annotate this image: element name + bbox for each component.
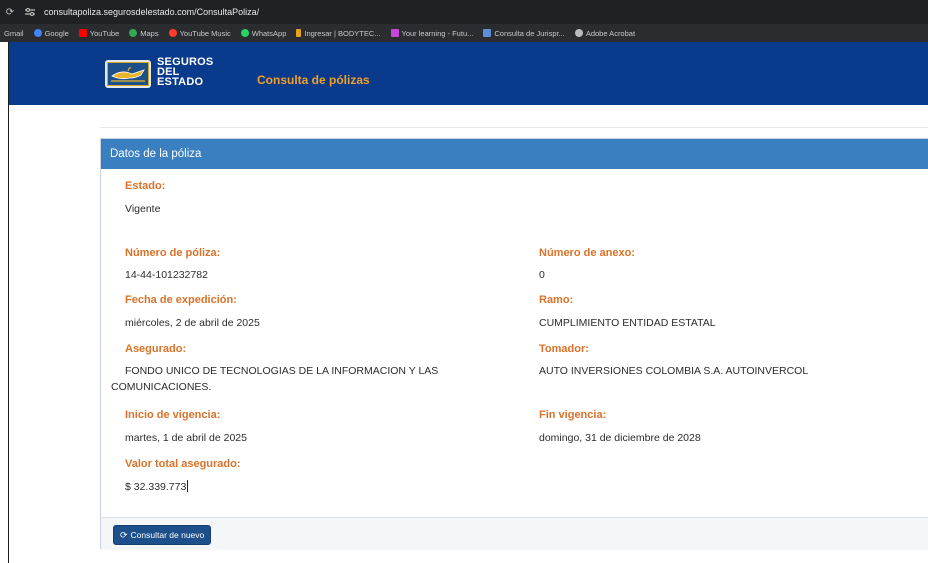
globe-icon bbox=[574, 29, 583, 37]
numero-poliza-value: 14-44-101232782 bbox=[125, 269, 208, 281]
bodytec-icon bbox=[296, 29, 302, 37]
consultar-de-nuevo-button[interactable]: ⟳ Consultar de nuevo bbox=[113, 525, 212, 545]
card-footer: ⟳ Consultar de nuevo bbox=[101, 517, 928, 550]
bookmark-your-learning[interactable]: Your learning - Futu... bbox=[390, 28, 474, 38]
asegurado-line: COMUNICACIONES. bbox=[111, 381, 212, 393]
youtube-music-icon bbox=[168, 29, 177, 37]
fecha-expedicion-value: miércoles, 2 de abril de 2025 bbox=[125, 317, 260, 329]
bookmarks-bar: Gmail Google YouTube Maps YouTube Music … bbox=[0, 24, 928, 42]
bookmark-label: Maps bbox=[140, 28, 159, 38]
asegurado-value: FONDO UNICO DE TECNOLOGIAS DE LA INFORMA… bbox=[111, 363, 511, 395]
youtube-icon bbox=[78, 29, 87, 37]
numero-anexo-value: 0 bbox=[539, 269, 545, 281]
policy-card: Datos de la póliza Estado: Vigente Númer… bbox=[100, 138, 928, 550]
ramo-label: Ramo: bbox=[539, 294, 574, 306]
site-info-icon[interactable] bbox=[22, 6, 38, 18]
inicio-vigencia-label: Inicio de vigencia: bbox=[125, 409, 221, 421]
valor-asegurado-label: Valor total asegurado: bbox=[125, 458, 241, 470]
ramo-value: CUMPLIMIENTO ENTIDAD ESTATAL bbox=[539, 317, 716, 329]
browser-address-bar: ⟳ consultapoliza.segurosdelestado.com/Co… bbox=[0, 0, 928, 24]
text-cursor bbox=[187, 480, 189, 492]
bookmark-google[interactable]: Google bbox=[33, 28, 69, 38]
bookmark-label: YouTube Music bbox=[179, 28, 231, 38]
learning-icon bbox=[390, 29, 399, 37]
bookmark-youtube-music[interactable]: YouTube Music bbox=[168, 28, 231, 38]
bookmark-whatsapp[interactable]: WhatsApp bbox=[240, 28, 287, 38]
estado-label: Estado: bbox=[125, 180, 166, 192]
valor-text: $ 32.339.773 bbox=[125, 481, 187, 493]
window-border bbox=[8, 42, 9, 563]
bookmark-label: Ingresar | BODYTEC... bbox=[304, 28, 381, 38]
tomador-label: Tomador: bbox=[539, 343, 589, 355]
numero-poliza-label: Número de póliza: bbox=[125, 247, 221, 259]
numero-anexo-label: Número de anexo: bbox=[539, 247, 635, 259]
valor-asegurado-value: $ 32.339.773 bbox=[125, 479, 189, 495]
bookmark-bodytec[interactable]: Ingresar | BODYTEC... bbox=[296, 28, 381, 38]
fin-vigencia-value: domingo, 31 de diciembre de 2028 bbox=[539, 432, 701, 444]
asegurado-line: FONDO UNICO DE TECNOLOGIAS DE LA INFORMA… bbox=[125, 365, 439, 377]
bookmark-label: Adobe Acrobat bbox=[585, 28, 636, 38]
bookmark-label: YouTube bbox=[89, 28, 120, 38]
bookmark-label: Your learning - Futu... bbox=[401, 28, 474, 38]
card-title: Datos de la póliza bbox=[101, 139, 928, 169]
bookmark-adobe-acrobat[interactable]: Adobe Acrobat bbox=[574, 28, 636, 38]
estado-value: Vigente bbox=[125, 203, 161, 215]
url-field[interactable]: consultapoliza.segurosdelestado.com/Cons… bbox=[44, 7, 259, 17]
lamp-logo-icon[interactable] bbox=[105, 60, 151, 88]
asegurado-label: Asegurado: bbox=[125, 343, 187, 355]
bookmark-label: Gmail bbox=[4, 28, 24, 38]
tomador-value: AUTO INVERSIONES COLOMBIA S.A. AUTOINVER… bbox=[539, 365, 809, 377]
brand-logo-text: SEGUROS DEL ESTADO bbox=[157, 57, 213, 88]
reload-icon[interactable]: ⟳ bbox=[0, 7, 20, 18]
bookmark-consulta-jurisprudencia[interactable]: Consulta de Jurispr... bbox=[483, 28, 565, 38]
bookmark-gmail[interactable]: Gmail bbox=[4, 29, 24, 38]
divider bbox=[100, 127, 928, 128]
page-title[interactable]: Consulta de pólizas bbox=[257, 73, 370, 87]
bookmark-label: Google bbox=[44, 28, 69, 38]
inicio-vigencia-value: martes, 1 de abril de 2025 bbox=[125, 432, 247, 444]
button-label: Consultar de nuevo bbox=[130, 530, 205, 540]
bookmark-maps[interactable]: Maps bbox=[129, 28, 159, 38]
whatsapp-icon bbox=[240, 29, 249, 37]
fecha-expedicion-label: Fecha de expedición: bbox=[125, 294, 237, 306]
logo-line: ESTADO bbox=[157, 76, 204, 88]
document-icon bbox=[483, 29, 492, 37]
bookmark-label: Consulta de Jurispr... bbox=[494, 28, 565, 38]
bookmark-youtube[interactable]: YouTube bbox=[78, 28, 120, 38]
bookmark-label: WhatsApp bbox=[251, 28, 287, 38]
google-icon bbox=[33, 29, 42, 37]
maps-pin-icon bbox=[129, 29, 138, 37]
fin-vigencia-label: Fin vigencia: bbox=[539, 409, 607, 421]
refresh-icon: ⟳ bbox=[120, 529, 128, 540]
site-header: SEGUROS DEL ESTADO Consulta de pólizas bbox=[9, 42, 928, 105]
